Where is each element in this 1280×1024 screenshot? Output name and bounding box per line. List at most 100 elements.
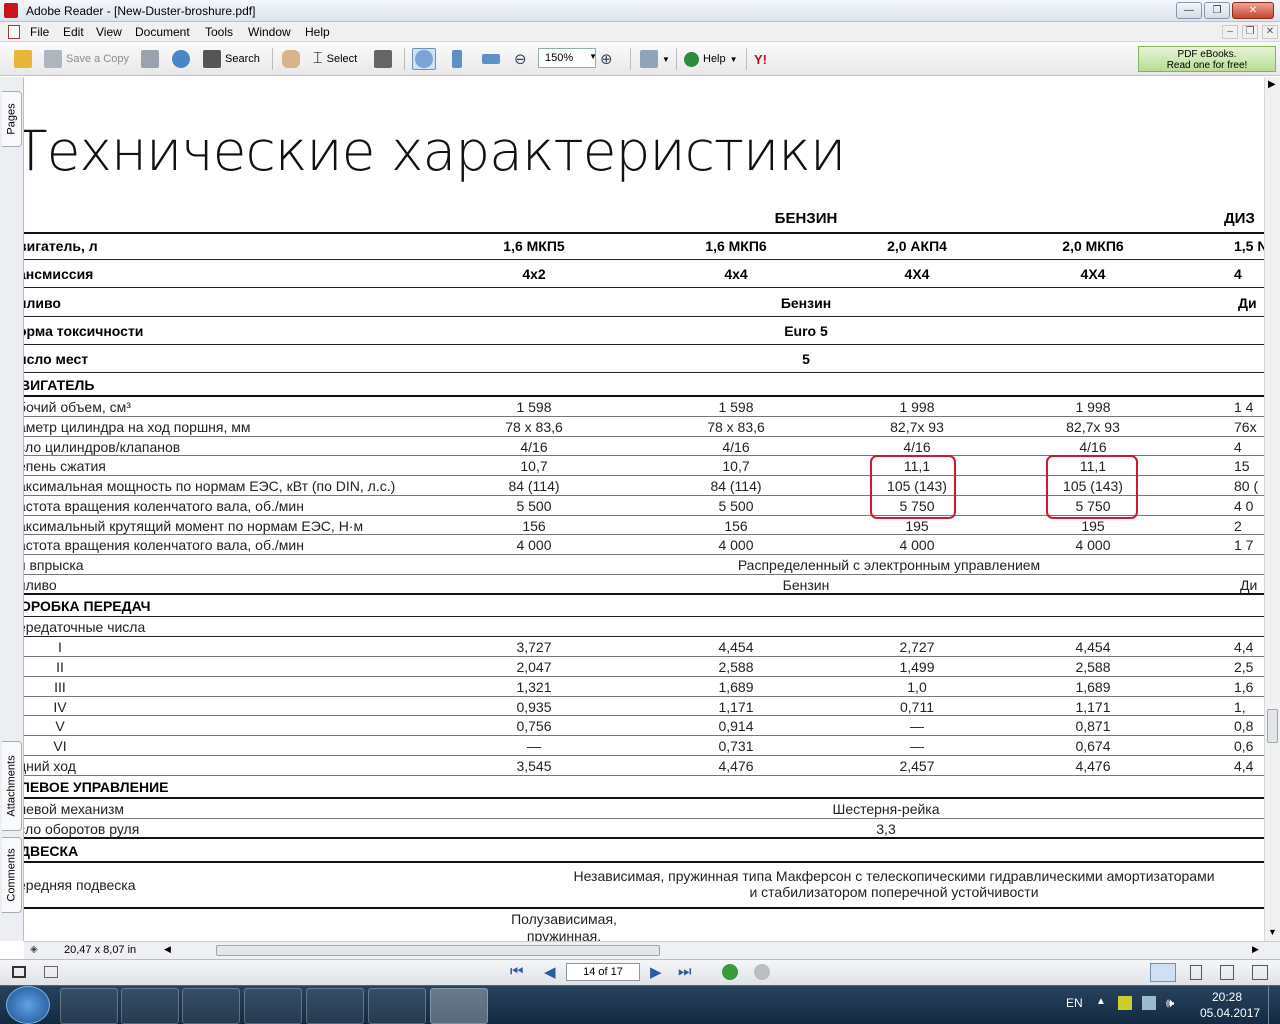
scroll-right-icon[interactable]: ▶: [1268, 79, 1276, 90]
doc-close-button[interactable]: ✕: [1262, 25, 1278, 39]
navigation-panel: Pages Attachments Comments: [0, 77, 24, 941]
scroll-right-arrow-icon[interactable]: ▶: [1252, 944, 1259, 955]
menu-file[interactable]: File: [30, 25, 49, 39]
vertical-scrollbar[interactable]: ▶ ▼: [1264, 77, 1280, 941]
vertical-scroll-thumb[interactable]: [1267, 709, 1278, 743]
window-title: Adobe Reader - [New-Duster-broshure.pdf]: [26, 4, 256, 18]
tab-attachments[interactable]: Attachments: [2, 741, 22, 831]
network-icon[interactable]: [1142, 996, 1156, 1010]
facing-view-icon[interactable]: [1220, 965, 1234, 980]
tab-attachments-label: Attachments: [5, 755, 18, 817]
table-cell: 3,545: [516, 758, 552, 775]
help-button[interactable]: Help ▼: [684, 48, 738, 70]
table-row: вигатель, л 1,6 МКП5 1,6 МКП6 2,0 АКП4 2…: [24, 232, 1264, 260]
help-label: Help: [703, 53, 726, 65]
tab-comments[interactable]: Comments: [2, 837, 22, 913]
zoom-level-field[interactable]: 150% ▼: [538, 48, 597, 68]
file-explorer-icon[interactable]: [121, 988, 179, 1024]
pdf-ebooks-promo[interactable]: PDF eBooks. Read one for free!: [1138, 46, 1276, 72]
start-button[interactable]: [6, 986, 50, 1024]
save-copy-button[interactable]: Save a Copy: [44, 48, 129, 70]
menu-document[interactable]: Document: [135, 25, 190, 39]
email-icon[interactable]: [172, 50, 190, 68]
page-size-label: 20,47 x 8,07 in: [64, 944, 137, 956]
clock-date[interactable]: 05.04.2017: [1200, 1006, 1260, 1020]
open-folder-icon[interactable]: [14, 50, 32, 68]
table-cell: —: [910, 738, 924, 755]
fit-width-icon[interactable]: [482, 54, 500, 64]
scroll-down-icon[interactable]: ▼: [1268, 927, 1277, 937]
adobe-reader-task-icon[interactable]: [430, 988, 488, 1024]
continuous-facing-icon[interactable]: [1252, 965, 1268, 980]
promo-line-1: PDF eBooks.: [1177, 49, 1237, 60]
chevron-down-icon[interactable]: ▼: [589, 52, 597, 61]
table-cell: 82,7x 93: [890, 418, 944, 435]
restore-button[interactable]: ❐: [1204, 2, 1230, 19]
doc-minimize-button[interactable]: –: [1222, 25, 1238, 39]
fit-page-icon[interactable]: [452, 50, 462, 68]
zoom-in-icon[interactable]: ⊕: [600, 50, 613, 68]
page-number-field[interactable]: 14 of 17: [566, 963, 640, 981]
menu-tools[interactable]: Tools: [205, 25, 233, 39]
horizontal-scrollbar[interactable]: ◈ 20,47 x 8,07 in ◀ ▶: [24, 941, 1280, 959]
single-page-icon[interactable]: [44, 966, 58, 978]
go-back-icon[interactable]: [722, 964, 738, 980]
document-view[interactable]: Технические характеристики БЕНЗИН ДИЗ ви…: [24, 77, 1264, 941]
minimize-button[interactable]: —: [1176, 2, 1202, 19]
horizontal-scroll-thumb[interactable]: [216, 945, 660, 956]
menu-window[interactable]: Window: [248, 25, 291, 39]
group-benzin: БЕНЗИН: [774, 210, 838, 227]
notepad-icon[interactable]: [306, 988, 364, 1024]
single-page-view-icon[interactable]: [1150, 963, 1176, 982]
print-icon[interactable]: [141, 50, 159, 68]
zoom-in-tool-icon[interactable]: [415, 50, 433, 68]
clock-time[interactable]: 20:28: [1212, 990, 1242, 1004]
previous-page-icon[interactable]: ◀: [544, 963, 556, 981]
row-label: пливо: [24, 577, 57, 593]
table-cell: пружинная,: [526, 928, 602, 941]
panel-toggle-icon[interactable]: [12, 966, 26, 978]
paint-icon[interactable]: [368, 988, 426, 1024]
close-button[interactable]: ✕: [1232, 2, 1274, 19]
table-cell: 78 x 83,6: [505, 418, 563, 435]
yahoo-toolbar-button[interactable]: Y!: [754, 48, 767, 70]
table-row: сло цилиндров/клапанов 4/16 4/16 4/16 4/16 4: [24, 437, 1264, 457]
last-page-icon[interactable]: ⏭: [678, 963, 692, 980]
chrome-icon[interactable]: [244, 988, 302, 1024]
table-cell: 4Х4: [1080, 266, 1106, 282]
page-layout-icon[interactable]: [640, 50, 658, 68]
zoom-out-icon[interactable]: ⊖: [514, 50, 527, 68]
table-cell: Шестерня-рейка: [832, 801, 940, 817]
action-center-icon[interactable]: [1118, 996, 1132, 1010]
select-tool-button[interactable]: ⌶ Select: [313, 48, 357, 70]
tab-pages[interactable]: Pages: [2, 91, 22, 147]
volume-icon[interactable]: 🕪: [1166, 995, 1174, 1011]
table-row: аметр цилиндра на ход поршня, мм 78 x 83,…: [24, 417, 1264, 437]
row-label: III: [54, 678, 66, 695]
table-cell: 1 998: [899, 399, 935, 415]
section-header: ОРОБКА ПЕРЕДАЧ: [24, 595, 1264, 617]
status-bar: ⏮ ◀ 14 of 17 ▶ ⏭: [0, 959, 1280, 985]
doc-restore-button[interactable]: ❐: [1242, 25, 1258, 39]
table-cell: 0,711: [900, 698, 934, 715]
snapshot-icon[interactable]: [374, 50, 392, 68]
tray-expand-icon[interactable]: ▲: [1096, 996, 1106, 1007]
menu-help[interactable]: Help: [305, 25, 330, 39]
media-player-icon[interactable]: [182, 988, 240, 1024]
go-forward-icon[interactable]: [754, 964, 770, 980]
table-cell: 195: [905, 517, 929, 534]
scroll-left-icon[interactable]: ◀: [164, 944, 171, 955]
menu-view[interactable]: View: [96, 25, 122, 39]
hand-tool-icon[interactable]: [282, 50, 300, 68]
next-page-icon[interactable]: ▶: [650, 963, 662, 981]
first-page-icon[interactable]: ⏮: [510, 963, 524, 980]
show-desktop-button[interactable]: [1268, 986, 1280, 1024]
continuous-view-icon[interactable]: [1190, 965, 1202, 980]
internet-explorer-icon[interactable]: [60, 988, 118, 1024]
menu-edit[interactable]: Edit: [63, 25, 84, 39]
table-cell: —: [527, 738, 541, 755]
language-indicator[interactable]: EN: [1066, 996, 1083, 1010]
document-icon[interactable]: [8, 25, 20, 39]
search-button[interactable]: Search: [203, 48, 260, 70]
table-cell: 1 598: [516, 399, 552, 415]
